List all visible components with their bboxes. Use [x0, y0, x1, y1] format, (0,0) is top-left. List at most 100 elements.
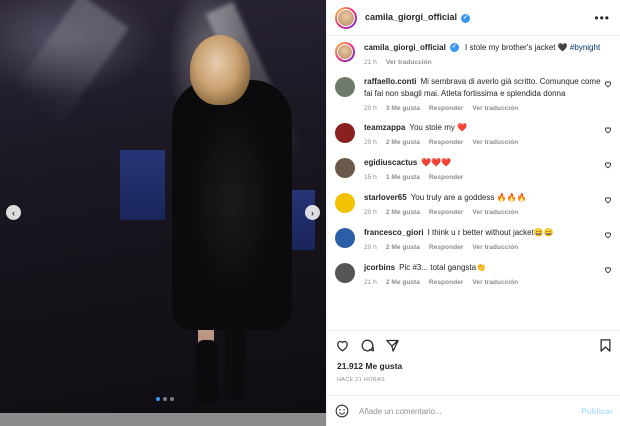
timestamp: 20 h: [364, 105, 377, 112]
like-comment-heart-icon[interactable]: [604, 231, 612, 239]
next-photo-button[interactable]: ›: [305, 205, 320, 220]
comment-text: starlover65 You truly are a goddess 🔥🔥🔥: [364, 192, 602, 204]
caption-text: camila_giorgi_official ✓ I stole my broth…: [364, 42, 602, 54]
comment-likes[interactable]: 2 Me gusta: [386, 209, 420, 216]
comments-list[interactable]: camila_giorgi_official ✓ I stole my broth…: [327, 36, 620, 326]
comment-body: raffaello.conti Mi sembrava di averlo già…: [364, 76, 602, 112]
comment-text: raffaello.conti Mi sembrava di averlo già…: [364, 76, 602, 100]
timestamp: 20 h: [364, 209, 377, 216]
avatar[interactable]: [335, 228, 355, 248]
comment-text: francesco_giori I think u r better withou…: [364, 227, 602, 239]
caption-username-text[interactable]: camila_giorgi_official: [364, 43, 446, 52]
post-photo[interactable]: ‹ ›: [0, 0, 326, 413]
likes-count[interactable]: 21.912 Me gusta: [337, 361, 402, 371]
chevron-right-icon: ›: [311, 207, 314, 218]
avatar[interactable]: [335, 193, 355, 213]
translate-link[interactable]: Ver traducción: [472, 244, 518, 251]
verified-badge-icon: ✓: [449, 43, 459, 53]
action-bar: [327, 330, 620, 360]
carousel-dot: [170, 397, 174, 401]
reply-link[interactable]: Responder: [429, 209, 463, 216]
comment-item: teamzappa You stole my ❤️ 20 h 2 Me gusta…: [335, 122, 612, 146]
timestamp: 21 h: [364, 59, 377, 66]
translate-link[interactable]: Ver traducción: [472, 279, 518, 286]
more-options-icon[interactable]: •••: [594, 11, 610, 25]
comment-meta: 20 h 2 Me gusta Responder Ver traducción: [364, 244, 602, 251]
bookmark-icon[interactable]: [598, 338, 613, 353]
post-username-text[interactable]: camila_giorgi_official: [365, 12, 457, 22]
caption-username[interactable]: camila_giorgi_official ✓: [364, 43, 459, 53]
like-comment-heart-icon[interactable]: [604, 266, 612, 274]
add-comment-bar: Publicar: [327, 395, 620, 426]
like-comment-heart-icon[interactable]: [604, 196, 612, 204]
comment-content: Pic #3... total gangsta👏: [399, 263, 487, 272]
comment-username[interactable]: egidiuscactus: [364, 158, 417, 167]
figure-head: [190, 35, 250, 105]
comment-item: jcorbins Pic #3... total gangsta👏 21 h 2 …: [335, 262, 612, 286]
comment-username[interactable]: starlover65: [364, 193, 407, 202]
verified-badge-icon: ✓: [461, 13, 471, 23]
avatar[interactable]: [335, 42, 355, 62]
comment-meta: 20 h 2 Me gusta Responder Ver traducción: [364, 139, 602, 146]
avatar[interactable]: [335, 6, 357, 29]
comment-likes[interactable]: 1 Me gusta: [386, 174, 420, 181]
figure-boot: [196, 340, 218, 405]
caption-meta: 21 h Ver traducción: [364, 59, 602, 66]
like-comment-heart-icon[interactable]: [604, 126, 612, 134]
comment-body: francesco_giori I think u r better withou…: [364, 227, 602, 251]
translate-link[interactable]: Ver traducción: [386, 59, 432, 66]
reply-link[interactable]: Responder: [429, 244, 463, 251]
caption-content: I stole my brother's jacket 🖤: [465, 43, 568, 52]
comment-username[interactable]: raffaello.conti: [364, 77, 416, 86]
timestamp: 20 h: [364, 244, 377, 251]
background-window: [120, 150, 165, 220]
comment-item: raffaello.conti Mi sembrava di averlo già…: [335, 76, 612, 112]
comment-icon[interactable]: [360, 338, 375, 353]
backdrop-strip: [0, 413, 326, 426]
post-modal: ‹ › camila_giorgi_official ✓ ••• camila_g…: [0, 0, 620, 426]
comment-meta: 15 h 1 Me gusta Responder: [364, 174, 602, 181]
comment-likes[interactable]: 2 Me gusta: [386, 244, 420, 251]
hashtag-link[interactable]: #bynight: [570, 43, 600, 52]
comment-username[interactable]: teamzappa: [364, 123, 405, 132]
avatar[interactable]: [335, 123, 355, 143]
comment-likes[interactable]: 2 Me gusta: [386, 279, 420, 286]
publish-button[interactable]: Publicar: [581, 407, 613, 416]
carousel-dot: [163, 397, 167, 401]
emoji-icon[interactable]: [335, 404, 349, 418]
comment-item: egidiuscactus ❤️❤️❤️ 15 h 1 Me gusta Resp…: [335, 157, 612, 181]
post-side-panel: camila_giorgi_official ✓ ••• camila_giorg…: [326, 0, 620, 426]
share-icon[interactable]: [385, 338, 400, 353]
comment-likes[interactable]: 2 Me gusta: [386, 139, 420, 146]
like-comment-heart-icon[interactable]: [604, 80, 612, 88]
comment-username[interactable]: francesco_giori: [364, 228, 424, 237]
translate-link[interactable]: Ver traducción: [472, 209, 518, 216]
comments-container: raffaello.conti Mi sembrava di averlo già…: [335, 76, 612, 286]
comment-text: teamzappa You stole my ❤️: [364, 122, 602, 134]
like-comment-heart-icon[interactable]: [604, 161, 612, 169]
translate-link[interactable]: Ver traducción: [472, 105, 518, 112]
reply-link[interactable]: Responder: [429, 174, 463, 181]
comment-body: egidiuscactus ❤️❤️❤️ 15 h 1 Me gusta Resp…: [364, 157, 602, 181]
prev-photo-button[interactable]: ‹: [6, 205, 21, 220]
post-header: camila_giorgi_official ✓ •••: [327, 0, 620, 36]
caption-body: camila_giorgi_official ✓ I stole my broth…: [364, 42, 602, 66]
comment-body: starlover65 You truly are a goddess 🔥🔥🔥 2…: [364, 192, 602, 216]
comment-content: ❤️❤️❤️: [421, 158, 452, 167]
comment-likes[interactable]: 3 Me gusta: [386, 105, 420, 112]
comment-username[interactable]: jcorbins: [364, 263, 395, 272]
carousel-dots: [156, 397, 174, 401]
comment-input[interactable]: [359, 406, 559, 416]
figure-boot: [225, 320, 245, 400]
comment-meta: 20 h 3 Me gusta Responder Ver traducción: [364, 105, 602, 112]
avatar[interactable]: [335, 158, 355, 178]
heart-icon[interactable]: [335, 338, 350, 353]
reply-link[interactable]: Responder: [429, 279, 463, 286]
avatar[interactable]: [335, 263, 355, 283]
avatar[interactable]: [335, 77, 355, 97]
translate-link[interactable]: Ver traducción: [472, 139, 518, 146]
comment-item: starlover65 You truly are a goddess 🔥🔥🔥 2…: [335, 192, 612, 216]
reply-link[interactable]: Responder: [429, 105, 463, 112]
reply-link[interactable]: Responder: [429, 139, 463, 146]
post-username[interactable]: camila_giorgi_official ✓: [365, 12, 471, 23]
